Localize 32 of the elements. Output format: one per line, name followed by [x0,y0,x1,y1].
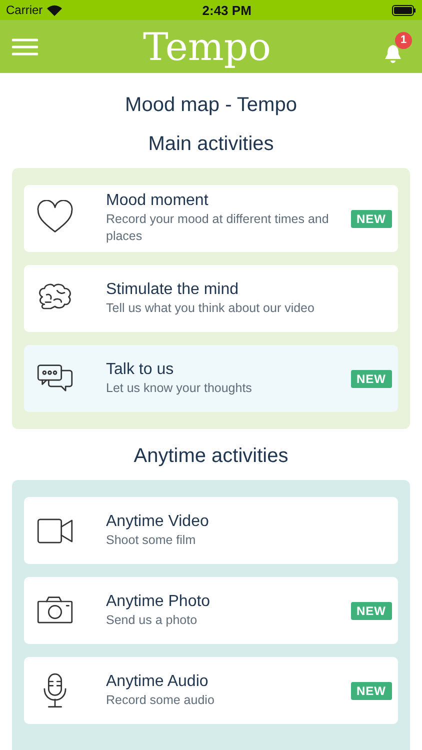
activity-title: Mood moment [106,192,210,210]
clock: 2:43 PM [202,2,252,18]
page-title: Mood map - Tempo [124,94,298,117]
new-badge: NEW [350,682,392,700]
section-title: Anytime activities [132,445,290,468]
activity-card[interactable]: Anytime Audio Record some audio NEW [24,657,398,724]
bell-icon[interactable] [384,44,402,64]
activity-description: Record some audio [106,692,216,708]
app-title: Tempo [142,24,272,68]
activity-title: Anytime Audio [106,672,210,690]
activity-description: Let us know your thoughts [106,380,253,396]
activity-description: Send us a photo [106,612,198,628]
activity-card[interactable]: Mood moment Record your mood at different times and places NEW [24,185,398,252]
section-title: Main activities [147,133,275,156]
activity-card[interactable]: Talk to us Let us know your thoughts NEW [24,345,398,412]
new-badge: NEW [350,602,392,620]
carrier-label: Carrier [6,3,43,17]
notification-badge: 1 [395,32,412,48]
activity-description: Record your mood at different times and places [106,211,330,245]
new-badge: NEW [350,210,392,228]
activity-title: Talk to us [106,360,175,378]
activity-card[interactable]: Anytime Video Shoot some film [24,497,398,564]
activity-title: Anytime Photo [106,592,212,610]
activity-description: Shoot some film [106,532,197,548]
activity-description: Tell us what you think about our video [106,300,316,316]
battery-icon [392,4,416,16]
activity-title: Anytime Video [106,512,210,530]
activity-card[interactable]: Stimulate the mind Tell us what you think about our video [24,265,398,332]
new-badge: NEW [350,370,392,388]
activity-title: Stimulate the mind [106,280,240,298]
wifi-icon [46,4,62,16]
activity-card[interactable]: Anytime Photo Send us a photo NEW [24,577,398,644]
